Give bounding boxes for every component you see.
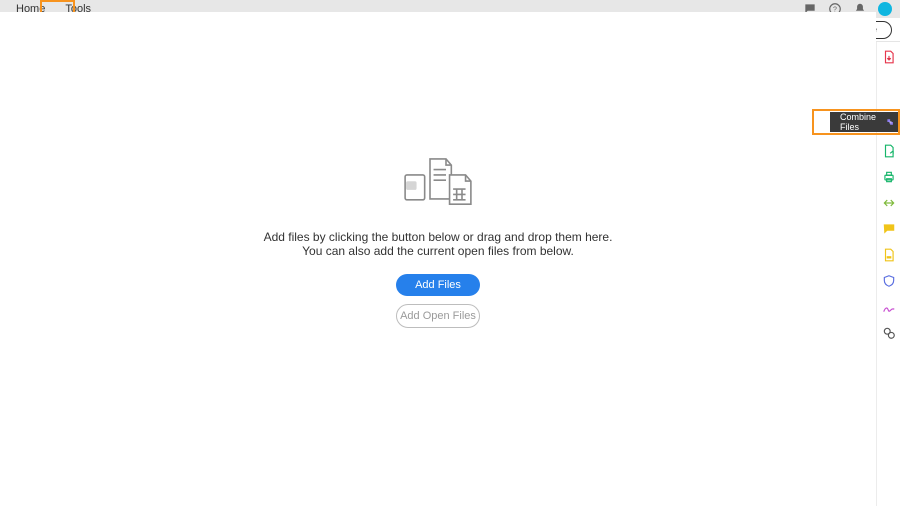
comment-icon[interactable] — [882, 222, 896, 236]
print-icon[interactable] — [882, 170, 896, 184]
export-pdf-icon[interactable] — [882, 50, 896, 64]
create-pdf-icon[interactable] — [882, 144, 896, 158]
combine-icon — [886, 116, 894, 128]
right-toolrail: Combine Files — [876, 42, 900, 506]
help-text-2: You can also add the current open files … — [302, 244, 574, 258]
redact-icon[interactable] — [882, 326, 896, 340]
combine-files-tool[interactable]: Combine Files — [830, 112, 900, 132]
avatar[interactable] — [878, 2, 892, 16]
organize-icon[interactable] — [882, 248, 896, 262]
help-text-1: Add files by clicking the button below o… — [264, 230, 613, 244]
add-files-primary-button[interactable]: Add Files — [396, 274, 480, 296]
add-open-files-button[interactable]: Add Open Files — [396, 304, 480, 328]
combine-tooltip-label: Combine Files — [840, 112, 880, 132]
documents-hero-icon — [398, 152, 478, 212]
drop-zone[interactable]: Add files by clicking the button below o… — [0, 12, 876, 476]
sign-icon[interactable] — [882, 300, 896, 314]
protect-icon[interactable] — [882, 274, 896, 288]
compress-icon[interactable] — [882, 196, 896, 210]
